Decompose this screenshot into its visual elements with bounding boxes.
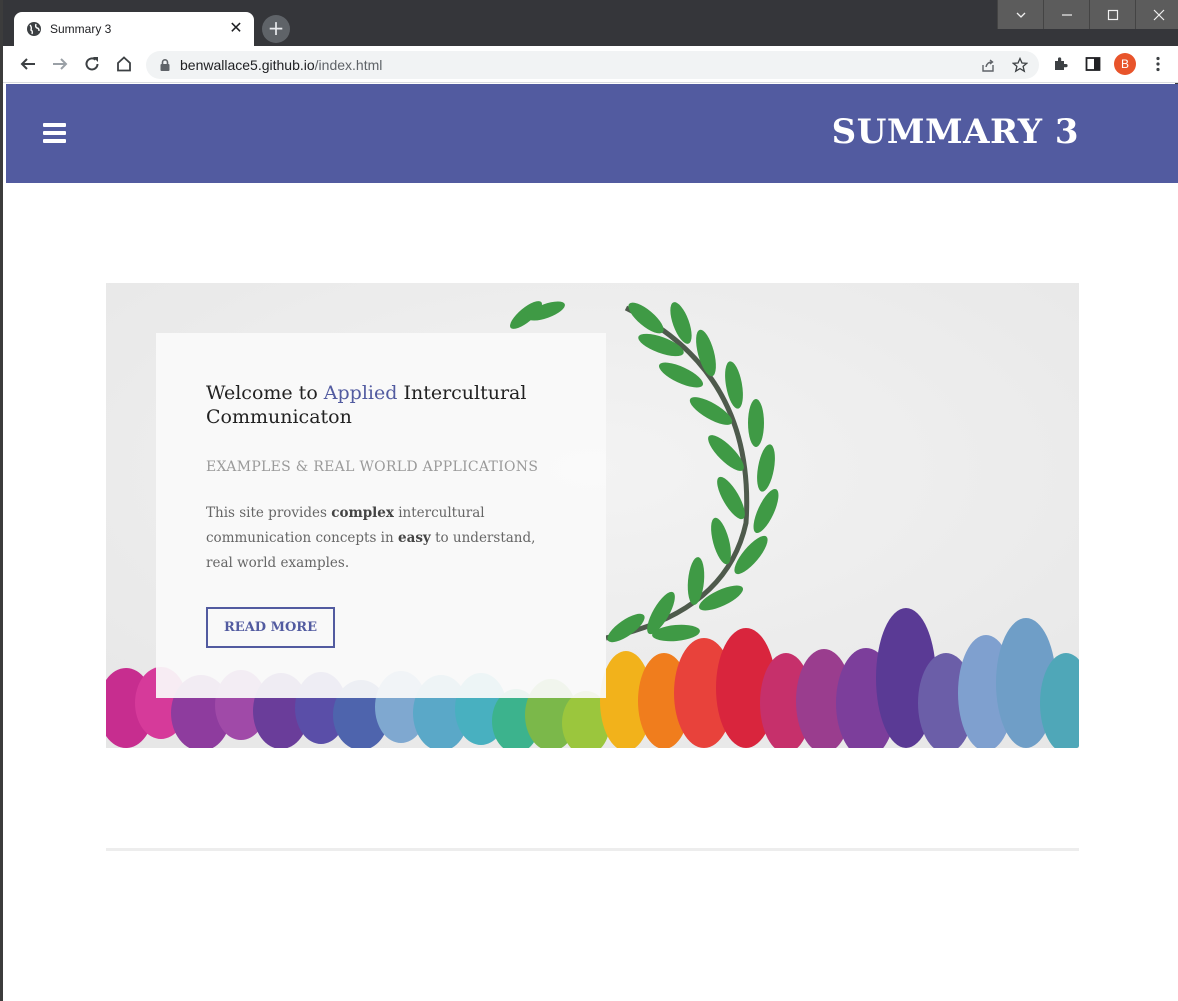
url-path: /index.html [314, 57, 383, 73]
menu-kebab-icon[interactable] [1146, 52, 1170, 76]
extensions-icon[interactable] [1049, 52, 1073, 76]
minimize-icon[interactable] [1043, 0, 1089, 29]
reload-icon[interactable] [80, 52, 104, 76]
tab-search-icon[interactable] [997, 0, 1043, 29]
maximize-icon[interactable] [1089, 0, 1135, 29]
bookmark-star-icon[interactable] [1010, 55, 1030, 75]
back-icon[interactable] [16, 52, 40, 76]
forward-icon[interactable] [48, 52, 72, 76]
tab-close-icon[interactable]: ✕ [228, 21, 244, 37]
address-bar[interactable]: benwallace5.github.io/index.html [146, 51, 1039, 79]
hero-heading-accent: Applied [323, 382, 398, 404]
hero-card: Welcome to Applied Intercultural Communi… [156, 333, 606, 698]
globe-icon [27, 22, 41, 36]
hamburger-menu-icon[interactable] [43, 123, 66, 143]
hero-banner: Welcome to Applied Intercultural Communi… [106, 283, 1079, 748]
new-tab-button[interactable]: + [262, 15, 290, 43]
section-divider [106, 848, 1079, 851]
window-controls [997, 0, 1178, 29]
home-icon[interactable] [112, 52, 136, 76]
browser-tab[interactable]: Summary 3 ✕ [14, 12, 254, 46]
hero-heading: Welcome to Applied Intercultural Communi… [206, 382, 527, 428]
tab-strip: Summary 3 ✕ + [3, 0, 1178, 46]
url-host: benwallace5.github.io [180, 57, 315, 73]
share-icon[interactable] [978, 55, 998, 75]
browser-toolbar: benwallace5.github.io/index.html B [3, 46, 1178, 83]
tab-title: Summary 3 [50, 22, 112, 36]
lock-icon [160, 59, 170, 71]
browser-window: Summary 3 ✕ + benwallace5.github.io /ind… [0, 0, 1178, 1001]
web-page: SUMMARY 3 Welcome to Applied Intercultur… [6, 84, 1178, 1001]
hero-subheading: EXAMPLES & REAL WORLD APPLICATIONS [206, 459, 539, 475]
side-panel-icon[interactable] [1081, 52, 1105, 76]
site-title: SUMMARY 3 [831, 112, 1079, 152]
site-header: SUMMARY 3 [6, 84, 1178, 183]
read-more-button[interactable]: READ MORE [206, 607, 335, 648]
hero-description: This site provides complex intercultural… [206, 505, 536, 571]
window-close-icon[interactable] [1135, 0, 1178, 29]
profile-avatar[interactable]: B [1114, 53, 1136, 75]
